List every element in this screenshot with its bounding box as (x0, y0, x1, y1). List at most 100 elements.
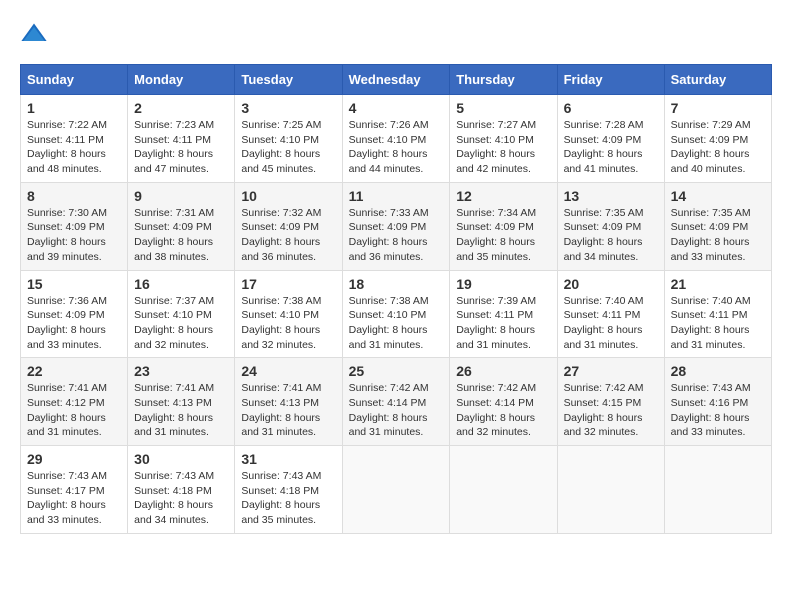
day-number: 12 (456, 188, 550, 204)
calendar-cell: 2 Sunrise: 7:23 AMSunset: 4:11 PMDayligh… (128, 95, 235, 183)
day-info: Sunrise: 7:41 AMSunset: 4:13 PMDaylight:… (134, 382, 214, 438)
day-info: Sunrise: 7:26 AMSunset: 4:10 PMDaylight:… (349, 119, 429, 175)
day-number: 9 (134, 188, 228, 204)
day-number: 3 (241, 100, 335, 116)
calendar-cell: 13 Sunrise: 7:35 AMSunset: 4:09 PMDaylig… (557, 182, 664, 270)
calendar-cell: 3 Sunrise: 7:25 AMSunset: 4:10 PMDayligh… (235, 95, 342, 183)
calendar-cell: 17 Sunrise: 7:38 AMSunset: 4:10 PMDaylig… (235, 270, 342, 358)
day-number: 28 (671, 363, 765, 379)
day-number: 1 (27, 100, 121, 116)
weekday-header-row: SundayMondayTuesdayWednesdayThursdayFrid… (21, 65, 772, 95)
day-number: 17 (241, 276, 335, 292)
day-number: 5 (456, 100, 550, 116)
day-number: 26 (456, 363, 550, 379)
day-info: Sunrise: 7:35 AMSunset: 4:09 PMDaylight:… (564, 207, 644, 263)
weekday-header-saturday: Saturday (664, 65, 771, 95)
day-number: 27 (564, 363, 658, 379)
day-info: Sunrise: 7:30 AMSunset: 4:09 PMDaylight:… (27, 207, 107, 263)
day-info: Sunrise: 7:29 AMSunset: 4:09 PMDaylight:… (671, 119, 751, 175)
day-info: Sunrise: 7:38 AMSunset: 4:10 PMDaylight:… (349, 295, 429, 351)
day-number: 18 (349, 276, 444, 292)
day-info: Sunrise: 7:39 AMSunset: 4:11 PMDaylight:… (456, 295, 536, 351)
calendar-cell: 6 Sunrise: 7:28 AMSunset: 4:09 PMDayligh… (557, 95, 664, 183)
day-info: Sunrise: 7:23 AMSunset: 4:11 PMDaylight:… (134, 119, 214, 175)
day-number: 21 (671, 276, 765, 292)
calendar: SundayMondayTuesdayWednesdayThursdayFrid… (20, 64, 772, 534)
day-number: 29 (27, 451, 121, 467)
day-info: Sunrise: 7:41 AMSunset: 4:12 PMDaylight:… (27, 382, 107, 438)
calendar-cell (450, 446, 557, 534)
day-info: Sunrise: 7:31 AMSunset: 4:09 PMDaylight:… (134, 207, 214, 263)
week-row-2: 8 Sunrise: 7:30 AMSunset: 4:09 PMDayligh… (21, 182, 772, 270)
day-info: Sunrise: 7:27 AMSunset: 4:10 PMDaylight:… (456, 119, 536, 175)
calendar-cell: 24 Sunrise: 7:41 AMSunset: 4:13 PMDaylig… (235, 358, 342, 446)
calendar-cell: 11 Sunrise: 7:33 AMSunset: 4:09 PMDaylig… (342, 182, 450, 270)
day-number: 7 (671, 100, 765, 116)
weekday-header-wednesday: Wednesday (342, 65, 450, 95)
day-number: 30 (134, 451, 228, 467)
calendar-cell: 30 Sunrise: 7:43 AMSunset: 4:18 PMDaylig… (128, 446, 235, 534)
day-info: Sunrise: 7:35 AMSunset: 4:09 PMDaylight:… (671, 207, 751, 263)
calendar-cell: 5 Sunrise: 7:27 AMSunset: 4:10 PMDayligh… (450, 95, 557, 183)
calendar-cell: 25 Sunrise: 7:42 AMSunset: 4:14 PMDaylig… (342, 358, 450, 446)
calendar-cell: 7 Sunrise: 7:29 AMSunset: 4:09 PMDayligh… (664, 95, 771, 183)
day-info: Sunrise: 7:25 AMSunset: 4:10 PMDaylight:… (241, 119, 321, 175)
day-number: 25 (349, 363, 444, 379)
calendar-cell: 29 Sunrise: 7:43 AMSunset: 4:17 PMDaylig… (21, 446, 128, 534)
calendar-cell: 28 Sunrise: 7:43 AMSunset: 4:16 PMDaylig… (664, 358, 771, 446)
calendar-cell: 14 Sunrise: 7:35 AMSunset: 4:09 PMDaylig… (664, 182, 771, 270)
calendar-cell (557, 446, 664, 534)
header (20, 20, 772, 48)
weekday-header-monday: Monday (128, 65, 235, 95)
day-number: 20 (564, 276, 658, 292)
day-info: Sunrise: 7:32 AMSunset: 4:09 PMDaylight:… (241, 207, 321, 263)
day-number: 15 (27, 276, 121, 292)
logo-icon (20, 20, 48, 48)
day-info: Sunrise: 7:22 AMSunset: 4:11 PMDaylight:… (27, 119, 107, 175)
week-row-4: 22 Sunrise: 7:41 AMSunset: 4:12 PMDaylig… (21, 358, 772, 446)
day-number: 14 (671, 188, 765, 204)
day-number: 16 (134, 276, 228, 292)
day-number: 22 (27, 363, 121, 379)
day-number: 2 (134, 100, 228, 116)
day-info: Sunrise: 7:43 AMSunset: 4:17 PMDaylight:… (27, 470, 107, 526)
day-number: 19 (456, 276, 550, 292)
weekday-header-sunday: Sunday (21, 65, 128, 95)
calendar-cell (342, 446, 450, 534)
day-number: 4 (349, 100, 444, 116)
day-info: Sunrise: 7:37 AMSunset: 4:10 PMDaylight:… (134, 295, 214, 351)
day-info: Sunrise: 7:34 AMSunset: 4:09 PMDaylight:… (456, 207, 536, 263)
day-info: Sunrise: 7:42 AMSunset: 4:14 PMDaylight:… (349, 382, 429, 438)
day-info: Sunrise: 7:43 AMSunset: 4:18 PMDaylight:… (241, 470, 321, 526)
calendar-cell: 8 Sunrise: 7:30 AMSunset: 4:09 PMDayligh… (21, 182, 128, 270)
day-info: Sunrise: 7:36 AMSunset: 4:09 PMDaylight:… (27, 295, 107, 351)
weekday-header-friday: Friday (557, 65, 664, 95)
calendar-cell: 23 Sunrise: 7:41 AMSunset: 4:13 PMDaylig… (128, 358, 235, 446)
week-row-1: 1 Sunrise: 7:22 AMSunset: 4:11 PMDayligh… (21, 95, 772, 183)
day-info: Sunrise: 7:42 AMSunset: 4:15 PMDaylight:… (564, 382, 644, 438)
week-row-3: 15 Sunrise: 7:36 AMSunset: 4:09 PMDaylig… (21, 270, 772, 358)
calendar-cell: 20 Sunrise: 7:40 AMSunset: 4:11 PMDaylig… (557, 270, 664, 358)
calendar-cell: 19 Sunrise: 7:39 AMSunset: 4:11 PMDaylig… (450, 270, 557, 358)
day-info: Sunrise: 7:40 AMSunset: 4:11 PMDaylight:… (564, 295, 644, 351)
day-number: 23 (134, 363, 228, 379)
day-number: 6 (564, 100, 658, 116)
day-number: 24 (241, 363, 335, 379)
calendar-cell: 31 Sunrise: 7:43 AMSunset: 4:18 PMDaylig… (235, 446, 342, 534)
calendar-cell: 27 Sunrise: 7:42 AMSunset: 4:15 PMDaylig… (557, 358, 664, 446)
calendar-cell: 21 Sunrise: 7:40 AMSunset: 4:11 PMDaylig… (664, 270, 771, 358)
day-info: Sunrise: 7:43 AMSunset: 4:18 PMDaylight:… (134, 470, 214, 526)
calendar-cell: 22 Sunrise: 7:41 AMSunset: 4:12 PMDaylig… (21, 358, 128, 446)
day-info: Sunrise: 7:33 AMSunset: 4:09 PMDaylight:… (349, 207, 429, 263)
calendar-cell (664, 446, 771, 534)
day-info: Sunrise: 7:38 AMSunset: 4:10 PMDaylight:… (241, 295, 321, 351)
day-info: Sunrise: 7:43 AMSunset: 4:16 PMDaylight:… (671, 382, 751, 438)
day-info: Sunrise: 7:42 AMSunset: 4:14 PMDaylight:… (456, 382, 536, 438)
day-number: 10 (241, 188, 335, 204)
calendar-cell: 15 Sunrise: 7:36 AMSunset: 4:09 PMDaylig… (21, 270, 128, 358)
calendar-cell: 4 Sunrise: 7:26 AMSunset: 4:10 PMDayligh… (342, 95, 450, 183)
calendar-cell: 16 Sunrise: 7:37 AMSunset: 4:10 PMDaylig… (128, 270, 235, 358)
weekday-header-tuesday: Tuesday (235, 65, 342, 95)
day-info: Sunrise: 7:41 AMSunset: 4:13 PMDaylight:… (241, 382, 321, 438)
day-number: 8 (27, 188, 121, 204)
